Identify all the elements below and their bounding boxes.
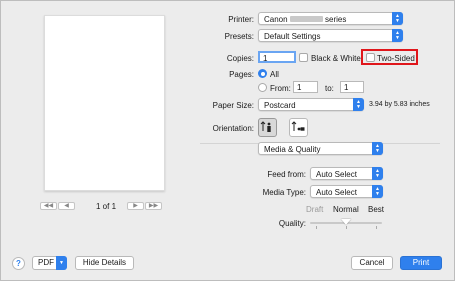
pages-from-field[interactable]: 1 [293, 81, 318, 93]
hide-details-button[interactable]: Hide Details [75, 256, 134, 270]
pages-to-label: to: [325, 84, 334, 93]
help-button[interactable]: ? [12, 257, 25, 270]
copies-label: Copies: [226, 54, 254, 63]
previous-page-button[interactable]: ◀ [58, 202, 75, 210]
chevron-updown-icon: ▲ ▼ [372, 167, 383, 180]
printer-value-prefix: Canon [264, 14, 288, 24]
pages-from-label: From: [270, 84, 291, 93]
media-type-value: Auto Select [316, 187, 357, 197]
section-value: Media & Quality [264, 144, 321, 154]
paper-size-popup[interactable]: Postcard ▲ ▼ [258, 98, 364, 111]
presets-label: Presets: [224, 32, 254, 41]
quality-slider-thumb[interactable] [341, 219, 351, 225]
portrait-orientation-button[interactable] [258, 118, 277, 137]
copies-field[interactable]: 1 [258, 51, 296, 63]
quality-label: Quality: [278, 219, 306, 228]
page-indicator: 1 of 1 [96, 202, 117, 211]
next-page-button[interactable]: ▶ [127, 202, 144, 210]
section-popup[interactable]: Media & Quality ▲ ▼ [258, 142, 383, 155]
quality-draft-label: Draft [306, 205, 324, 214]
paper-size-label: Paper Size: [212, 101, 254, 110]
copies-value: 1 [263, 54, 268, 63]
chevron-updown-icon: ▲ ▼ [372, 142, 383, 155]
redacted-model-name [290, 16, 323, 22]
chevron-down-icon: ▼ [56, 256, 67, 270]
print-preview-page [44, 15, 165, 191]
printer-popup[interactable]: Canon series ▲ ▼ [258, 12, 403, 25]
portrait-icon [260, 121, 271, 132]
pages-label: Pages: [229, 70, 254, 79]
cancel-button[interactable]: Cancel [351, 256, 393, 270]
chevron-updown-icon: ▲ ▼ [372, 185, 383, 198]
quality-tick-normal [346, 226, 347, 229]
chevron-updown-icon: ▲ ▼ [353, 98, 364, 111]
quality-best-label: Best [368, 205, 385, 214]
pages-all-label: All [270, 70, 279, 79]
media-type-label: Media Type: [262, 188, 306, 197]
presets-popup[interactable]: Default Settings ▲ ▼ [258, 29, 403, 42]
pdf-label: PDF [38, 258, 54, 267]
print-button[interactable]: Print [400, 256, 442, 270]
pages-all-radio[interactable] [258, 69, 267, 78]
landscape-icon [291, 121, 305, 131]
presets-value: Default Settings [264, 31, 321, 41]
quality-normal-label: Normal [333, 205, 359, 214]
black-white-checkbox[interactable] [299, 53, 308, 62]
pages-from-value: 1 [297, 83, 302, 92]
paper-size-value: Postcard [264, 100, 296, 110]
orientation-label: Orientation: [212, 124, 254, 133]
two-sided-label: Two-Sided [377, 54, 415, 63]
chevron-updown-icon: ▲ ▼ [392, 12, 403, 25]
pdf-menu-button[interactable]: PDF ▼ [32, 256, 67, 270]
feed-from-value: Auto Select [316, 169, 357, 179]
feed-from-label: Feed from: [267, 170, 306, 179]
printer-label: Printer: [228, 15, 254, 24]
quality-tick-draft [316, 226, 317, 229]
printer-value-suffix: series [325, 14, 347, 24]
chevron-updown-icon: ▲ ▼ [392, 29, 403, 42]
feed-from-popup[interactable]: Auto Select ▲ ▼ [310, 167, 383, 180]
last-page-button[interactable]: ▶▶ [145, 202, 162, 210]
landscape-orientation-button[interactable] [289, 118, 308, 137]
paper-dimensions: 3.94 by 5.83 inches [369, 101, 430, 108]
first-page-button[interactable]: ◀◀ [40, 202, 57, 210]
pages-to-field[interactable]: 1 [340, 81, 364, 93]
two-sided-checkbox[interactable] [366, 53, 375, 62]
pages-range-radio[interactable] [258, 83, 267, 92]
quality-tick-best [376, 226, 377, 229]
media-type-popup[interactable]: Auto Select ▲ ▼ [310, 185, 383, 198]
black-white-label: Black & White [311, 54, 361, 63]
pages-to-value: 1 [344, 83, 349, 92]
